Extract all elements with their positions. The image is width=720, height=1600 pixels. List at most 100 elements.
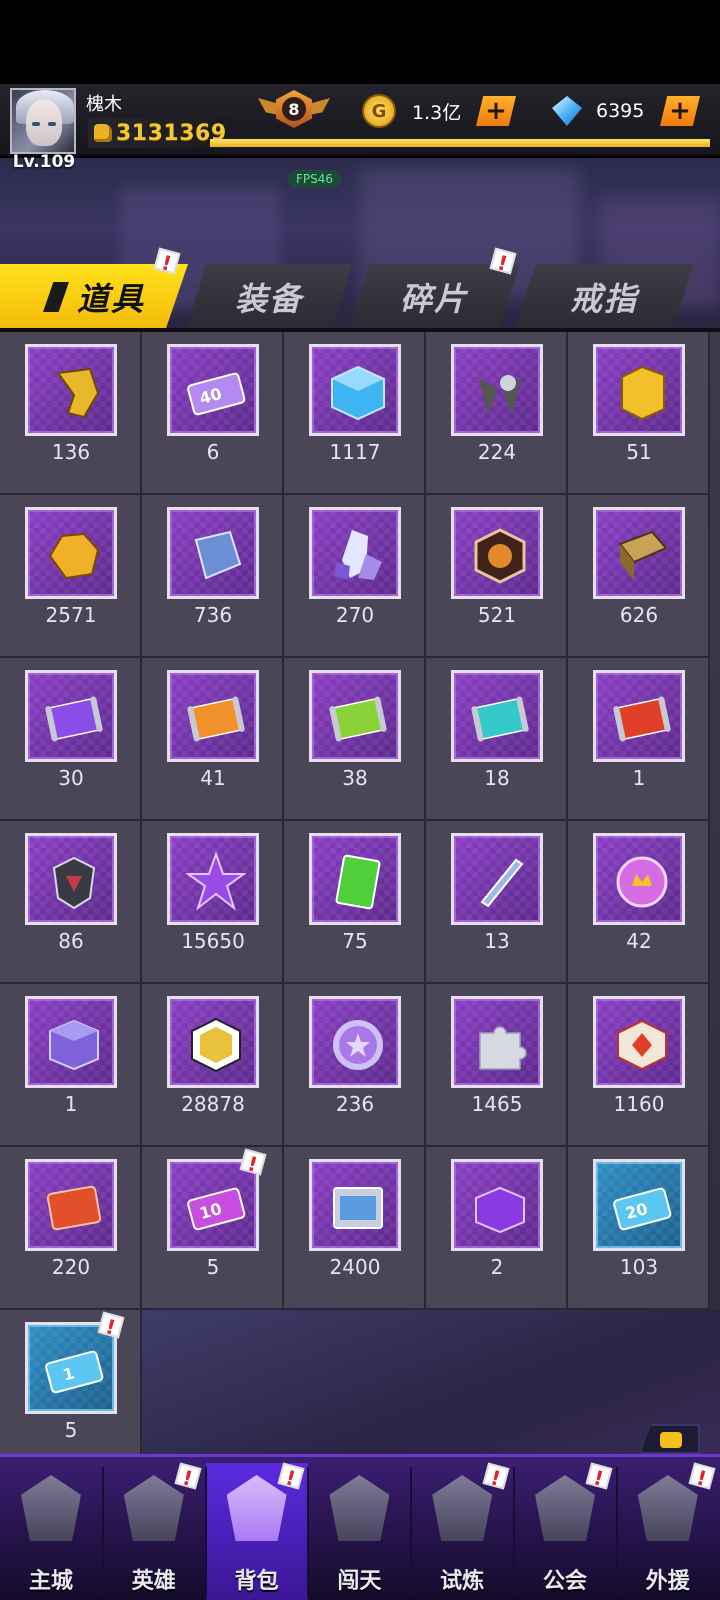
item-cell[interactable]: 28878: [142, 984, 284, 1147]
item-count: 736: [193, 603, 233, 627]
gold-coin-icon: G: [362, 94, 396, 128]
tab-equipment[interactable]: 装备: [186, 264, 352, 330]
item-count: 626: [619, 603, 659, 627]
nav-label: 英雄: [131, 1569, 176, 1594]
item-cell[interactable]: 42: [568, 821, 710, 984]
nav-alert-icon: !: [585, 1462, 614, 1491]
bottom-nav: 主城 英雄! 背包! 闯天 试炼! 公会! 外援!: [0, 1454, 720, 1600]
gem-chest-icon: [593, 996, 685, 1088]
item-count: 28878: [181, 1092, 245, 1116]
nav-item[interactable]: 英雄!: [103, 1462, 205, 1600]
item-cell[interactable]: 521: [426, 495, 568, 658]
nav-label: 外援: [645, 1569, 690, 1594]
item-cell[interactable]: 75: [284, 821, 426, 984]
item-cell[interactable]: 1: [568, 658, 710, 821]
item-cell[interactable]: 1160: [568, 984, 710, 1147]
gold-hex-badge-icon: [167, 996, 259, 1088]
item-cell[interactable]: 270: [284, 495, 426, 658]
item-cell[interactable]: 2571: [0, 495, 142, 658]
nav-alert-icon: !: [482, 1462, 511, 1491]
40-ticket-icon: 40: [167, 344, 259, 436]
20-ticket-blue-icon: 20: [593, 1159, 685, 1251]
gold-ore-shard-icon: [25, 344, 117, 436]
nav-item[interactable]: 闯天: [308, 1463, 410, 1600]
add-gold-button[interactable]: +: [476, 96, 516, 126]
item-cell[interactable]: 1117: [284, 332, 426, 495]
player-level: Lv.109: [12, 152, 76, 172]
item-cell[interactable]: 626: [568, 495, 710, 658]
item-cell[interactable]: 1 5!: [0, 1310, 142, 1473]
item-count: 30: [58, 766, 84, 790]
nav-separator: [204, 1467, 207, 1597]
item-count: 2400: [329, 1255, 381, 1279]
nav-emblem-icon: [329, 1475, 390, 1541]
item-cell[interactable]: 40 6: [142, 332, 284, 495]
tab-equipment-label: 装备: [234, 280, 303, 318]
item-cell[interactable]: 38: [284, 658, 426, 821]
item-cell[interactable]: 86: [0, 821, 142, 984]
item-count: 136: [51, 440, 91, 464]
purple-coin-icon: [309, 996, 401, 1088]
red-scroll-icon: [593, 670, 685, 762]
item-cell[interactable]: 20 103: [568, 1147, 710, 1310]
item-cell[interactable]: 224: [426, 332, 568, 495]
item-cell[interactable]: 41: [142, 658, 284, 821]
nav-item[interactable]: 背包!: [205, 1462, 308, 1600]
item-cell[interactable]: 736: [142, 495, 284, 658]
item-count: 2: [490, 1255, 504, 1279]
item-count: 2571: [45, 603, 97, 627]
item-cell[interactable]: 2: [426, 1147, 568, 1310]
nav-item[interactable]: 外援!: [617, 1462, 719, 1600]
item-cell[interactable]: 236: [284, 984, 426, 1147]
item-cell[interactable]: 1: [0, 984, 142, 1147]
item-cell[interactable]: 18: [426, 658, 568, 821]
blue-cube-icon: [309, 344, 401, 436]
nav-item[interactable]: 试炼!: [411, 1462, 513, 1600]
tab-fragments-label: 碎片: [399, 280, 468, 318]
item-cell[interactable]: 10 5!: [142, 1147, 284, 1310]
item-alert-icon: !: [239, 1148, 268, 1177]
item-cell[interactable]: 220: [0, 1147, 142, 1310]
nav-label: 试炼: [440, 1569, 485, 1594]
purple-scroll-icon: [25, 670, 117, 762]
item-cell[interactable]: 51: [568, 332, 710, 495]
add-gems-button[interactable]: +: [660, 96, 700, 126]
nav-label: 背包: [234, 1569, 279, 1594]
mech-helmet-icon: [25, 833, 117, 925]
nav-item[interactable]: 公会!: [514, 1462, 616, 1600]
nav-item[interactable]: 主城: [0, 1463, 102, 1600]
tab-rings[interactable]: 戒指: [514, 264, 694, 330]
vip-rank-badge[interactable]: 8: [258, 88, 330, 132]
item-cell[interactable]: 15650: [142, 821, 284, 984]
nav-separator: [513, 1467, 515, 1597]
prize-chest-icon: [309, 1159, 401, 1251]
tab-fragments-alert-icon: !: [489, 247, 518, 276]
gold-nugget-icon: [25, 507, 117, 599]
item-count: 270: [335, 603, 375, 627]
gold-amount: 1.3亿: [412, 101, 462, 124]
item-count: 220: [51, 1255, 91, 1279]
item-cell[interactable]: 13: [426, 821, 568, 984]
purple-chest-icon: [451, 1159, 543, 1251]
item-cell[interactable]: 136: [0, 332, 142, 495]
fist-icon: [94, 124, 112, 142]
nav-separator: [615, 1467, 618, 1597]
metal-plate-icon: [167, 507, 259, 599]
item-count: 18: [484, 766, 510, 790]
green-scroll-icon: [309, 670, 401, 762]
crystal-blade-icon: [451, 833, 543, 925]
item-cell[interactable]: 2400: [284, 1147, 426, 1310]
item-count: 41: [200, 766, 226, 790]
player-avatar[interactable]: [10, 88, 76, 154]
item-count: 13: [484, 929, 510, 953]
item-count: 86: [58, 929, 84, 953]
item-cell[interactable]: 1465: [426, 984, 568, 1147]
gold-resource: G 1.3亿 +: [362, 94, 516, 128]
potion-icon: [42, 282, 69, 312]
nav-label: 公会: [542, 1569, 587, 1594]
gem-resource: 6395 +: [552, 94, 700, 128]
rune-book-icon: [593, 507, 685, 599]
status-area: [0, 0, 720, 84]
item-cell[interactable]: 30: [0, 658, 142, 821]
nav-alert-icon: !: [174, 1462, 203, 1491]
